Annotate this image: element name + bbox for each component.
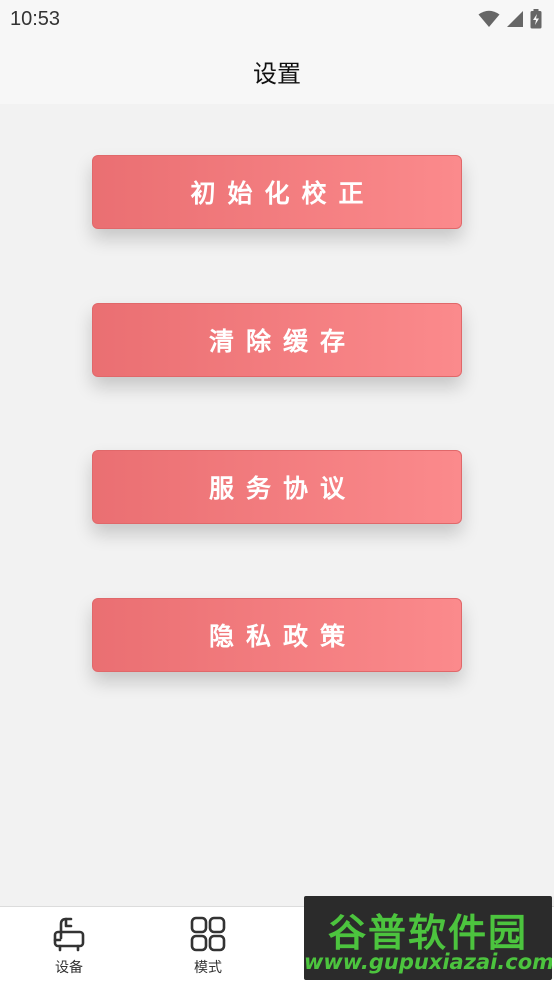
battery-charging-icon (530, 9, 542, 29)
status-icons (478, 9, 542, 29)
status-bar: 10:53 (0, 0, 554, 38)
tab-device[interactable]: 设备 (24, 915, 114, 981)
service-agreement-button-label: 服务协议 (208, 474, 357, 503)
clear-cache-button[interactable]: 清除缓存 (92, 303, 462, 377)
header: 设置 (0, 38, 554, 104)
signal-icon (507, 11, 523, 27)
watermark-title: 谷普软件园 (327, 911, 528, 955)
wifi-icon (478, 10, 500, 27)
service-agreement-button[interactable]: 服务协议 (92, 450, 462, 524)
status-time: 10:53 (10, 7, 61, 30)
calibrate-button-label: 初始化校正 (190, 179, 376, 208)
settings-content: 初始化校正 清除缓存 服务协议 隐私政策 (0, 104, 554, 906)
page-title: 设置 (253, 59, 301, 88)
tab-mode[interactable]: 模式 (163, 915, 253, 981)
tab-device-label: 设备 (55, 960, 83, 976)
grid-icon (190, 915, 226, 953)
privacy-policy-button-label: 隐私政策 (208, 622, 357, 651)
watermark-url: www.gupuxiazai.com (304, 950, 552, 974)
clear-cache-button-label: 清除缓存 (208, 327, 357, 356)
device-icon (51, 915, 87, 953)
privacy-policy-button[interactable]: 隐私政策 (92, 598, 462, 672)
watermark: 谷普软件园 www.gupuxiazai.com (304, 896, 552, 980)
tab-mode-label: 模式 (194, 960, 222, 976)
calibrate-button[interactable]: 初始化校正 (92, 155, 462, 229)
